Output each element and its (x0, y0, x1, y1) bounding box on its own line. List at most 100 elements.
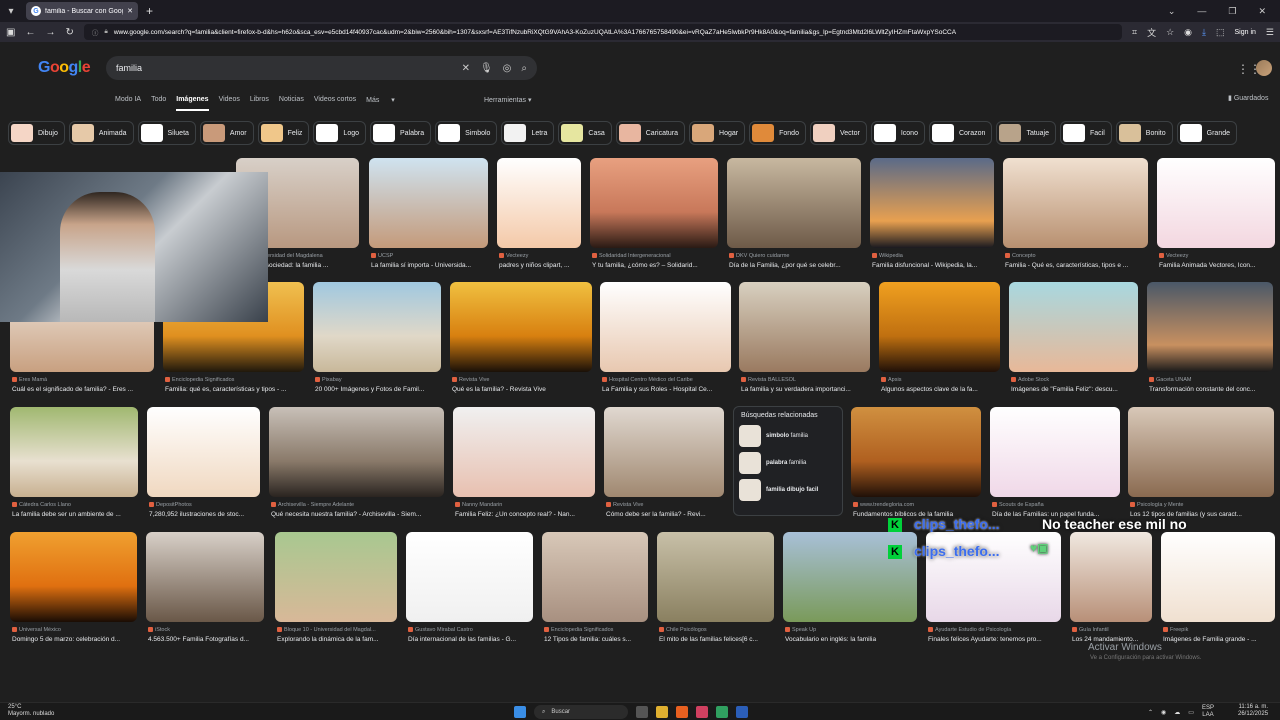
result-thumbnail[interactable] (313, 282, 441, 372)
result-thumbnail[interactable] (1161, 532, 1275, 622)
result-caption[interactable]: Familia: qué es, características y tipos… (165, 386, 306, 393)
result-source[interactable]: Guía Infantil (1072, 627, 1154, 633)
result-source[interactable]: Solidaridad Intergeneracional (592, 253, 720, 259)
result-source[interactable]: Vecteezy (1159, 253, 1277, 259)
result-thumbnail[interactable] (1070, 532, 1152, 622)
result-caption[interactable]: La familia y su verdadera importanci... (741, 386, 872, 393)
result-thumbnail[interactable] (146, 532, 264, 622)
network-icon[interactable]: ▭ (1188, 709, 1194, 716)
app-menu-icon[interactable]: ☰ (1266, 27, 1274, 38)
tray-app-icon[interactable]: ◉ (1161, 709, 1166, 716)
google-logo[interactable]: Google (38, 59, 91, 77)
result-thumbnail[interactable] (497, 158, 581, 248)
result-source[interactable]: Nanny Mandarin (455, 502, 597, 508)
result-source[interactable]: Cátedra Carlos Llano (12, 502, 140, 508)
sidebar-icon[interactable]: ▣ (6, 27, 15, 38)
result-source[interactable]: Gustavo Mirabal Castro (408, 627, 535, 633)
result-caption[interactable]: Cuál es el significado de familia? - Ere… (12, 386, 156, 393)
result-thumbnail[interactable] (450, 282, 592, 372)
result-caption[interactable]: 4.563.500+ Familia Fotografías d... (148, 636, 266, 643)
info-icon[interactable]: ⓘ (92, 27, 99, 37)
result-caption[interactable]: Y tu familia, ¿cómo es? – Solidarid... (592, 262, 720, 269)
onedrive-icon[interactable]: ☁ (1174, 709, 1180, 716)
result-caption[interactable]: La familia sí importa - Universida... (371, 262, 490, 269)
tab-videos-cortos[interactable]: Videos cortos (314, 96, 356, 111)
result-thumbnail[interactable] (851, 407, 981, 497)
result-source[interactable]: Ayudarte Estudio de Psicología (928, 627, 1063, 633)
tab-imagenes[interactable]: Imágenes (176, 96, 209, 111)
result-thumbnail[interactable] (657, 532, 774, 622)
app-icon[interactable] (696, 706, 708, 718)
chip-vector[interactable]: Vector (809, 121, 867, 145)
tab-overflow-icon[interactable]: ⌄ (1168, 6, 1176, 17)
chip-feliz[interactable]: Feliz (257, 121, 310, 145)
chip-fondo[interactable]: Fondo (749, 121, 806, 145)
result-caption[interactable]: La familia debe ser un ambiente de ... (12, 511, 140, 518)
list-all-tabs-icon[interactable]: ▾ (0, 0, 22, 22)
voice-search-icon[interactable]: 🎙︎ (480, 63, 493, 74)
result-caption[interactable]: Vocabulario en inglés: la familia (785, 636, 919, 643)
result-thumbnail[interactable] (1128, 407, 1274, 497)
result-source[interactable]: Archisevilla - Siempre Adelante (271, 502, 446, 508)
related-search-item[interactable]: simbolo familia (739, 425, 837, 447)
result-source[interactable]: Freepik (1163, 627, 1277, 633)
related-search-item[interactable]: familia dibujo facil (739, 479, 837, 501)
result-caption[interactable]: Imágenes de "Familia Feliz": descu... (1011, 386, 1140, 393)
tools-menu[interactable]: Herramientas ▾ (484, 96, 531, 104)
result-thumbnail[interactable] (542, 532, 648, 622)
result-thumbnail[interactable] (147, 407, 260, 497)
result-thumbnail[interactable] (990, 407, 1120, 497)
screenshot-icon[interactable]: ⌗ (1132, 27, 1137, 38)
result-caption[interactable]: El mito de las familias felices[6 c... (659, 636, 776, 643)
result-caption[interactable]: Familia disfuncional - Wikipedia, la... (872, 262, 996, 269)
result-source[interactable]: Gaceta UNAM (1149, 377, 1275, 383)
chip-hogar[interactable]: Hogar (689, 121, 746, 145)
close-tab-icon[interactable]: ✕ (127, 7, 133, 15)
result-thumbnail[interactable] (870, 158, 994, 248)
result-caption[interactable]: Día internacional de las familias - G... (408, 636, 535, 643)
chip-casa[interactable]: Casa (558, 121, 612, 145)
chip-silueta[interactable]: Silueta (137, 121, 196, 145)
result-source[interactable]: Eres Mamá (12, 377, 156, 383)
back-icon[interactable]: ← (25, 27, 35, 38)
result-source[interactable]: Revista BALLESOL (741, 377, 872, 383)
chip-animada[interactable]: Animada (68, 121, 134, 145)
result-caption[interactable]: Cómo debe ser la familia? - Revi... (606, 511, 726, 518)
new-tab-button[interactable]: + (146, 4, 153, 18)
lens-icon[interactable]: ◎ (503, 63, 512, 74)
result-thumbnail[interactable] (727, 158, 861, 248)
result-source[interactable]: Apsis (881, 377, 1002, 383)
app-icon[interactable] (716, 706, 728, 718)
chip-corazon[interactable]: Corazon (928, 121, 993, 145)
result-caption[interactable]: Día de la Familia, ¿por qué se celebr... (729, 262, 863, 269)
firefox-icon[interactable] (676, 706, 688, 718)
clock[interactable]: 11:16 a. m. 26/12/2025 (1238, 704, 1268, 718)
result-caption[interactable]: Qué es la familia? - Revista Vive (452, 386, 594, 393)
result-caption[interactable]: Familia - Qué es, características, tipos… (1005, 262, 1150, 269)
tab-mas[interactable]: Más ▾ (366, 96, 395, 111)
result-thumbnail[interactable] (1003, 158, 1148, 248)
chip-logo[interactable]: Logo (313, 121, 366, 145)
result-source[interactable]: Bloque 10 - Universidad del Magdal... (277, 627, 399, 633)
result-source[interactable]: Revista Vive (606, 502, 726, 508)
weather-widget[interactable]: 25°C Mayorm. nublado (8, 704, 54, 718)
word-icon[interactable] (736, 706, 748, 718)
result-source[interactable]: Speak Up (785, 627, 919, 633)
search-icon[interactable]: ⌕ (521, 63, 527, 74)
result-caption[interactable]: 7,280,952 ilustraciones de stoc... (149, 511, 262, 518)
result-source[interactable]: Enciclopedia Significados (544, 627, 650, 633)
forward-icon[interactable]: → (45, 27, 55, 38)
taskbar-search[interactable]: ⌕ Buscar (534, 705, 628, 719)
chip-dibujo[interactable]: Dibujo (8, 121, 65, 145)
close-window-icon[interactable]: ✕ (1258, 6, 1266, 17)
chip-caricatura[interactable]: Caricatura (615, 121, 686, 145)
start-icon[interactable] (514, 706, 526, 718)
result-source[interactable]: Wikipedia (872, 253, 996, 259)
result-thumbnail[interactable] (1009, 282, 1138, 372)
chip-letra[interactable]: Letra (501, 121, 555, 145)
result-caption[interactable]: Algunos aspectos clave de la fa... (881, 386, 1002, 393)
file-explorer-icon[interactable] (656, 706, 668, 718)
tab-libros[interactable]: Libros (250, 96, 269, 111)
result-caption[interactable]: Imágenes de Familia grande - ... (1163, 636, 1277, 643)
result-thumbnail[interactable] (10, 532, 137, 622)
